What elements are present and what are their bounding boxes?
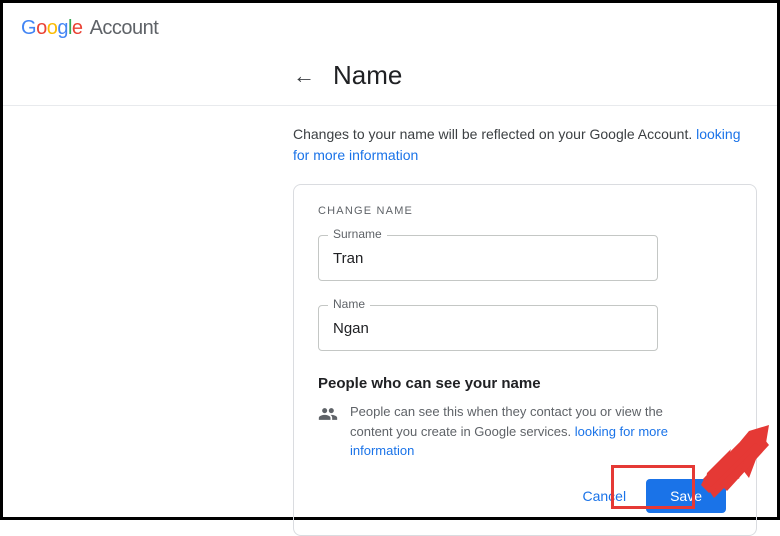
change-name-card: CHANGE NAME Surname Name People who can … [293, 184, 757, 536]
header: Google Account [3, 3, 777, 50]
content: Changes to your name will be reflected o… [3, 106, 777, 536]
visibility-title: People who can see your name [318, 375, 732, 392]
name-label: Name [328, 297, 370, 311]
card-heading: CHANGE NAME [318, 205, 732, 217]
action-buttons: Cancel Save [318, 479, 732, 513]
intro-text-body: Changes to your name will be reflected o… [293, 126, 696, 142]
title-row: ← Name [3, 50, 777, 105]
surname-field-wrapper: Surname [318, 235, 732, 281]
people-icon [318, 404, 338, 461]
page-title: Name [333, 60, 402, 91]
surname-input[interactable] [318, 235, 658, 281]
name-field-wrapper: Name [318, 305, 732, 351]
intro-text: Changes to your name will be reflected o… [293, 124, 757, 166]
name-input[interactable] [318, 305, 658, 351]
save-button[interactable]: Save [646, 479, 726, 513]
surname-label: Surname [328, 227, 387, 241]
account-label: Account [90, 17, 159, 39]
cancel-button[interactable]: Cancel [582, 488, 626, 504]
back-arrow-icon[interactable]: ← [293, 63, 315, 89]
visibility-text: People can see this when they contact yo… [350, 402, 690, 461]
visibility-row: People can see this when they contact yo… [318, 402, 732, 461]
google-account-logo: Google Account [21, 17, 158, 39]
